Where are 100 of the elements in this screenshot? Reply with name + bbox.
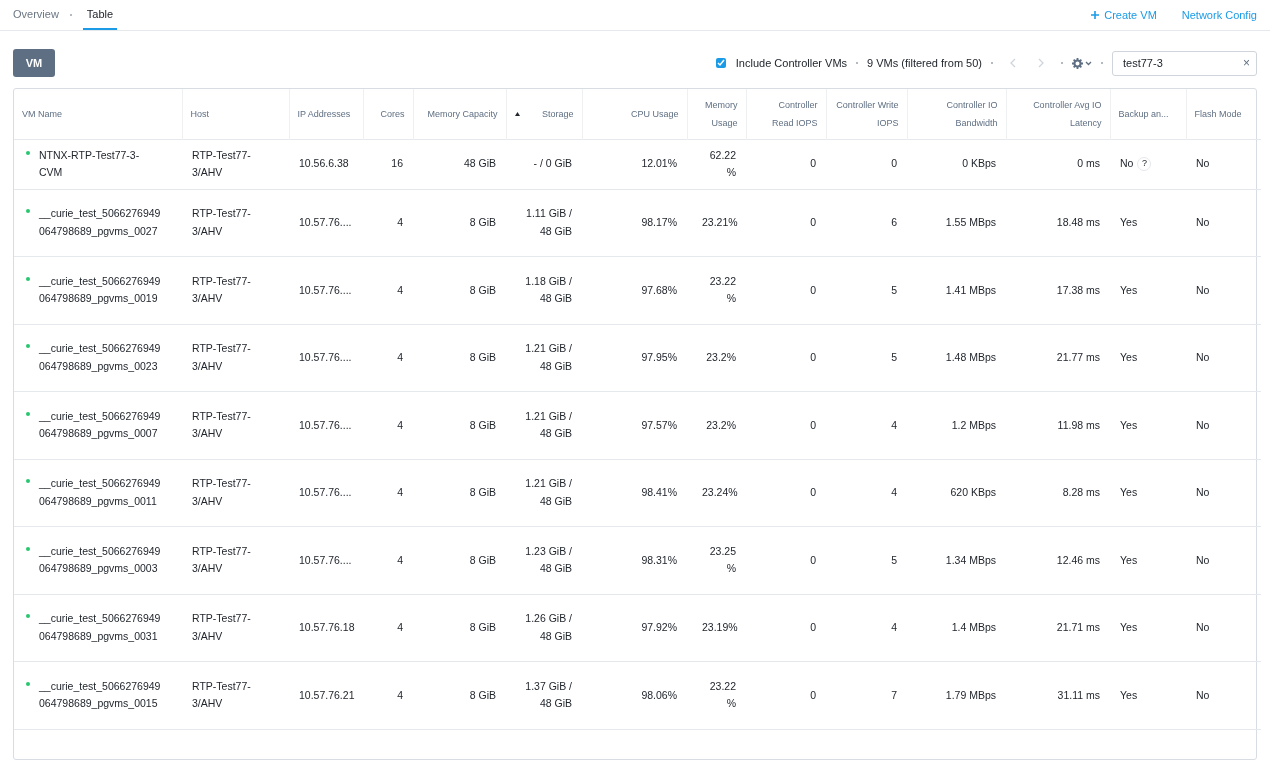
column-header[interactable]: Controller IO Bandwidth [915,95,998,132]
table-cell-text: 620 KBps [950,485,996,500]
table-cell-text: 1.21 GiB / 48 GiB [524,341,572,374]
column-header[interactable]: Cores [380,104,405,123]
vm-name-link[interactable]: __curie_test_5066276949064798689_pgvms_0027 [39,205,161,241]
table-cell-text: 7 [891,687,897,703]
create-link[interactable]: Create VM [1091,6,1157,24]
vm-name-link[interactable]: __curie_test_5066276949064798689_pgvms_0007 [39,407,161,443]
vm-button[interactable]: VM [13,49,55,77]
table-cell-text: 8.28 ms [1062,485,1100,500]
table-cell-text: 8 GiB [469,485,496,500]
clear-button[interactable]: × [1243,57,1250,69]
column-header[interactable]: Flash Mode [1194,104,1242,123]
table-cell-text: 8 GiB [469,552,496,568]
table-cell-text: 98.41% [641,485,677,500]
vm-name-link[interactable]: __curie_test_5066276949064798689_pgvms_0019 [39,272,161,308]
table-cell-text: 0 KBps [962,156,996,172]
table-cell-text: 12.46 ms [1056,552,1100,568]
table-cell-text: 23.19% [702,620,736,635]
column-header[interactable]: Storage [541,104,574,123]
table-cell-text: - / 0 GiB [532,156,572,172]
table-cell-text: 8 GiB [469,282,496,298]
vm-name-link[interactable]: __curie_test_5066276949064798689_pgvms_0011 [39,475,161,511]
table-cell-text: No [1196,620,1210,635]
table-cell-text: 4 [397,620,403,635]
table-cell-text: RTP-Test77-3/AHV [192,611,252,644]
table-cell-text: No [1196,215,1210,230]
table-cell-text: Yes [1120,687,1138,703]
table-cell-text: 4 [891,620,897,635]
checkbox[interactable] [715,58,726,68]
chevron-right-icon [1038,58,1044,68]
table-cell-text: No [1196,417,1210,433]
table-cell-text: 48 GiB [463,156,496,172]
table-cell-text: 97.57% [641,417,677,433]
config-link[interactable]: Network Config [1181,6,1257,24]
table-cell-text: 1.11 GiB / 48 GiB [525,206,572,239]
table-cell-text: 0 [810,156,816,172]
table-cell-text: No [1196,282,1210,298]
table-cell-text: 1.79 MBps [945,687,996,703]
column-header[interactable]: Memory Usage [695,95,738,132]
settings-icon [1072,57,1083,69]
table-cell-text: RTP-Test77-3/AHV [192,147,252,180]
table-cell-text: 10.57.76.... [299,485,352,500]
tab[interactable]: Overview [13,0,59,30]
vm-name-link[interactable]: __curie_test_5066276949064798689_pgvms_0015 [39,677,161,713]
table-cell-text: 23.22 % [708,273,736,307]
table-cell-text: 5 [891,282,897,298]
table-cell-text: 1.41 MBps [945,282,996,298]
table-cell-text: 8 GiB [469,215,496,230]
table-cell-text: No [1196,156,1210,172]
column-header[interactable]: Controller Avg IO Latency [1014,95,1102,132]
table-cell-text: Yes [1120,350,1138,365]
table-cell-text: Yes [1120,282,1138,298]
table-cell-text: 21.77 ms [1056,350,1100,365]
table-cell-text: 4 [397,552,403,568]
table-cell-text: Yes [1120,417,1138,433]
chevron-left-icon [1010,58,1016,68]
table-cell-text: 97.95% [641,350,677,365]
table-cell-text: 4 [397,687,403,703]
checkbox-label: Include Controller VMs [735,55,848,71]
table-cell-text: 4 [397,215,403,230]
settings-dropdown[interactable] [1072,57,1092,69]
vm-name-link[interactable]: __curie_test_5066276949064798689_pgvms_0023 [39,340,161,376]
table-cell-text: 4 [891,417,897,433]
table-cell-text: No [1196,552,1210,568]
table-cell-text: 8 GiB [469,687,496,703]
column-header[interactable]: Controller Read IOPS [754,95,818,132]
vm-name-link[interactable]: __curie_test_5066276949064798689_pgvms_0031 [39,610,161,646]
table-cell-text: 10.57.76.... [299,552,352,568]
table-cell-text: 97.68% [641,282,677,298]
tab[interactable]: Table [82,0,118,30]
table-cell-text: 1.37 GiB / 48 GiB [524,678,572,712]
vm-name-link[interactable]: __curie_test_5066276949064798689_pgvms_0003 [39,542,161,578]
plus-icon [1091,11,1100,19]
table-cell-text: 0 [810,350,816,365]
search-field[interactable]: test77-3 × [1112,50,1257,76]
table-cell-text: Yes [1120,620,1138,635]
table-cell-text: 10.57.76.21 [299,687,355,703]
table-cell-text: 0 ms [1077,156,1100,172]
table-cell-text: 8 GiB [469,620,496,635]
table-cell-text: 4 [397,282,403,298]
table-cell-text: RTP-Test77-3/AHV [192,476,252,509]
column-header[interactable]: CPU Usage [630,104,679,123]
table-cell-text: 31.11 ms [1057,687,1100,703]
vm-name-link[interactable]: NTNX-RTP-Test77-3-CVM [39,146,161,182]
table-cell-text: 10.57.76.... [299,282,352,298]
table-cell-text: 1.2 MBps [951,417,996,433]
column-header[interactable]: Backup an... [1118,104,1169,123]
table-cell-text: 4 [397,417,403,433]
column-header[interactable]: IP Addresses [297,104,351,123]
table-cell-text: No [1196,687,1210,703]
column-header[interactable]: Controller Write IOPS [834,95,899,132]
table-cell-text: 12.01% [641,156,677,172]
column-header[interactable]: Memory Capacity [427,104,498,123]
table-cell-text: 1.18 GiB / 48 GiB [524,273,572,307]
column-header[interactable]: Host [190,104,209,123]
table-cell-text: 62.22 % [708,147,736,180]
column-header[interactable]: VM Name [22,104,62,123]
table-cell-text: 8 GiB [469,417,496,433]
table-cell-text: 18.48 ms [1056,215,1100,230]
